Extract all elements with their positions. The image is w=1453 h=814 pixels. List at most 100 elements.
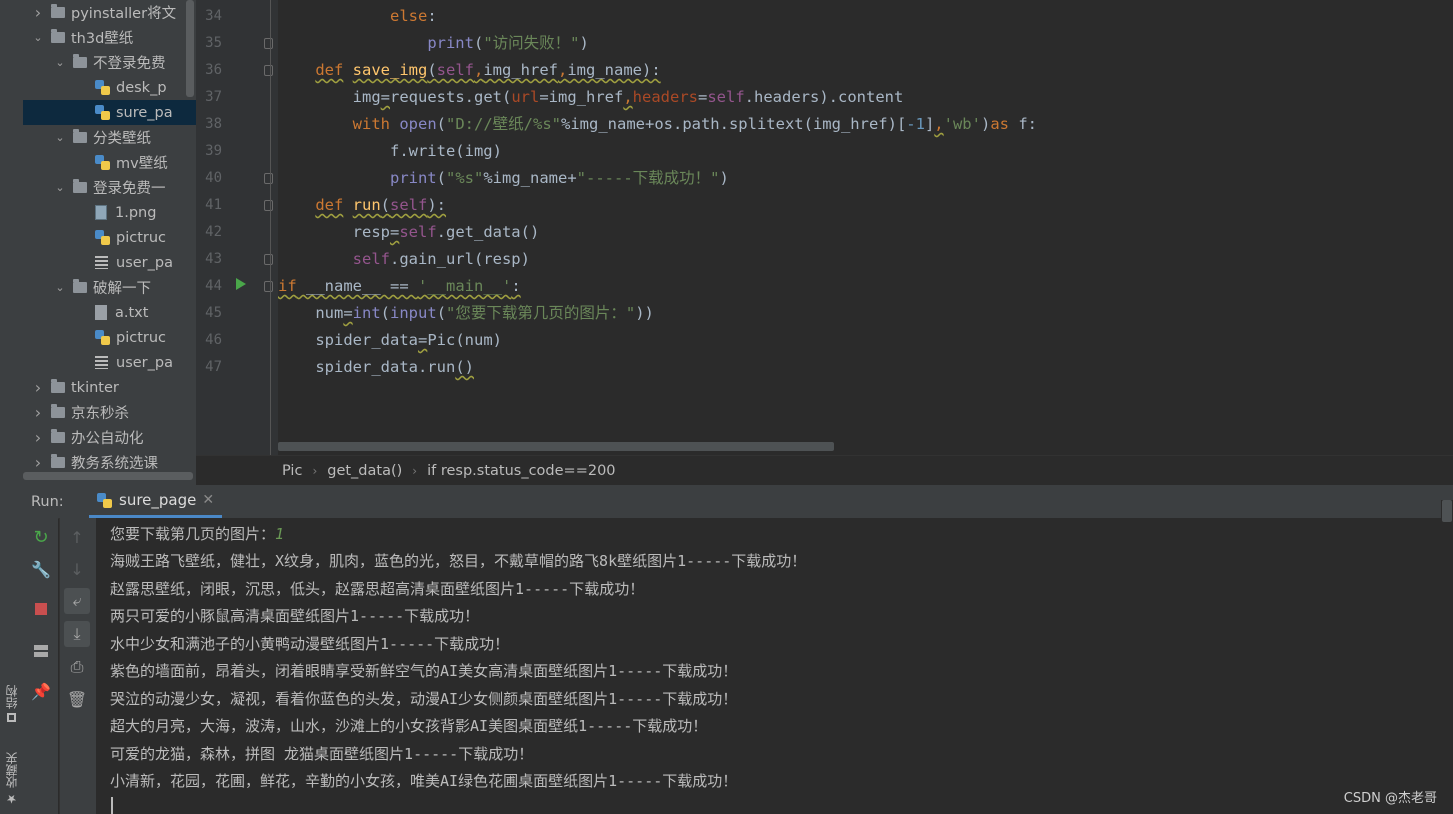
code-token: num [315,304,344,322]
chevron-down-icon[interactable]: ⌄ [53,281,67,294]
tree-item-label: 1.png [115,204,157,221]
stop-icon[interactable] [28,596,54,622]
tree-item-label: 办公自动化 [71,431,144,447]
tree-item[interactable]: mv壁纸 [23,150,196,175]
run-console[interactable]: 您要下载第几页的图片：1 海贼王路飞壁纸，健壮，X纹身，肌肉，蓝色的光，怒目，不… [96,518,1441,814]
run-label: Run: [31,493,64,510]
layout-icon[interactable] [28,638,54,664]
folder-icon [73,279,87,293]
fold-marker-icon[interactable] [264,200,273,211]
structure-tab[interactable]: 结构 [0,680,23,728]
arrow-down-icon[interactable]: ↓ [64,556,90,582]
tree-item[interactable]: ⌄ th3d壁纸 [23,25,196,50]
tree-item-label: pyinstaller将文 [71,6,177,22]
code-token: img [352,88,381,106]
chevron-down-icon[interactable]: ⌄ [31,31,45,44]
folder-icon [51,4,65,18]
tree-item[interactable]: › pyinstaller将文 [23,0,196,25]
print-icon[interactable]: ⎙ [64,654,90,680]
soft-wrap-icon[interactable]: ⤶ [64,588,90,614]
tree-item[interactable]: desk_p [23,75,196,100]
tree-item[interactable]: user_pa [23,250,196,275]
code-line: spider_data.run() [278,354,474,381]
chevron-right-icon[interactable]: › [31,378,45,397]
run-tab-sure-page[interactable]: sure_page ✕ [89,485,223,518]
wrench-icon[interactable]: 🔧 [28,556,54,582]
code-token: : [511,277,521,295]
folder-icon [51,29,65,43]
tree-item[interactable]: ⌄ 分类壁纸 [23,125,196,150]
code-token: ( [436,115,446,133]
code-token: Pic(num) [427,331,502,349]
code-token: "访问失败！" [483,34,580,52]
tree-item[interactable]: ⌄ 登录免费一 [23,175,196,200]
fold-marker-icon[interactable] [264,281,273,292]
chevron-down-icon[interactable]: ⌄ [53,131,67,144]
code-token: else [389,7,428,25]
tree-item[interactable]: › tkinter [23,375,196,400]
tree-item[interactable]: sure_pa [23,100,196,125]
console-scrollbar[interactable] [1441,500,1453,814]
tree-item[interactable]: pictruc [23,225,196,250]
chevron-right-icon[interactable]: › [31,453,45,472]
line-number: 40 [205,170,222,186]
breadcrumb-method[interactable]: get_data() [321,463,408,479]
close-icon[interactable]: ✕ [202,492,214,508]
trash-icon[interactable]: 🗑 [64,686,90,712]
tree-item[interactable]: user_pa [23,350,196,375]
tree-item[interactable]: › 办公自动化 [23,425,196,450]
rerun-icon[interactable]: ↻ [28,524,54,550]
tree-item-label: 登录免费一 [93,181,166,197]
pin-icon[interactable]: 📌 [28,678,54,704]
console-output-line: 可爱的龙猫，森林，拼图 龙猫桌面壁纸图片1-----下载成功！ [110,744,534,763]
tree-item[interactable]: ⌄ 破解一下 [23,275,196,300]
tree-item[interactable]: pictruc [23,325,196,350]
chevron-right-icon[interactable]: › [31,428,45,447]
tree-item[interactable]: 1.png [23,200,196,225]
editor-gutter: 34 35 36 37 38 39 40 41 42 43 44 45 46 47 [196,0,278,455]
run-line-icon[interactable] [236,278,246,290]
arrow-up-icon[interactable]: ↑ [64,524,90,550]
code-token: self [436,61,474,79]
fold-marker-icon[interactable] [264,254,273,265]
tree-item[interactable]: ⌄ 不登录免费 [23,50,196,75]
tree-vertical-scrollbar[interactable] [186,0,194,97]
tree-item-label: mv壁纸 [116,156,168,172]
breadcrumb-class[interactable]: Pic [276,463,308,479]
code-line: resp=self.get_data() [278,219,540,246]
fold-marker-icon[interactable] [264,173,273,184]
code-token: def [315,196,344,214]
chevron-right-icon[interactable]: › [31,3,45,22]
fold-marker-icon[interactable] [264,38,273,49]
tree-horizontal-scrollbar[interactable] [23,472,193,480]
gutter-separator [270,0,271,455]
scroll-to-end-icon[interactable]: ⤓ [64,621,90,647]
code-token: ) [719,169,729,187]
tree-item[interactable]: › 京东秒杀 [23,400,196,425]
console-output-line: 水中少女和满池子的小黄鸭动漫壁纸图片1-----下载成功！ [110,634,510,653]
breadcrumb-statement[interactable]: if resp.status_code==200 [421,463,621,479]
code-line: with open("D://壁纸/%s"%img_name+os.path.s… [278,111,1037,138]
code-line: print("访问失败！") [278,30,589,57]
chevron-down-icon[interactable]: ⌄ [53,56,67,69]
line-number: 45 [205,305,222,321]
chevron-right-icon[interactable]: › [31,403,45,422]
code-line: print("%s"%img_name+"-----下载成功！") [278,165,729,192]
tree-item[interactable]: a.txt [23,300,196,325]
chevron-down-icon[interactable]: ⌄ [53,181,67,194]
run-panel-header: Run: sure_page ✕ [23,485,1453,519]
code-token: %img_name+os.path.splitext(img_href)[ [561,115,907,133]
editor-horizontal-scrollbar[interactable] [278,442,834,451]
console-output-line: 紫色的墙面前，昂着头，闭着眼睛享受新鲜空气的AI美女高清桌面壁纸图片1-----… [110,662,738,680]
left-tool-strip: 结构 ★ 收藏夹 [0,0,24,814]
fold-marker-icon[interactable] [264,65,273,76]
code-editor[interactable]: else: print("访问失败！") def save_img(self,i… [278,0,1453,455]
run-toolbar-primary: ↻ 🔧 📌 [23,518,58,814]
code-token: = [343,304,353,322]
folder-icon [51,404,65,418]
favorites-tab[interactable]: ★ 收藏夹 [0,748,23,810]
